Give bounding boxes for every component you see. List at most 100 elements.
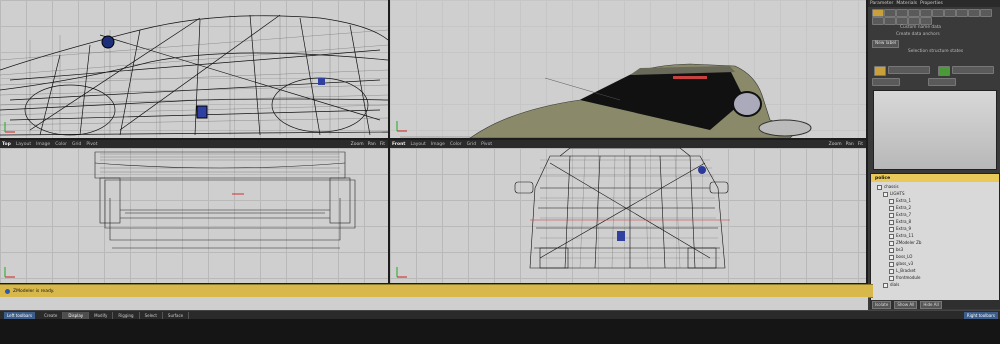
panel-field-3[interactable] (872, 78, 900, 86)
toolbar-button-15[interactable] (920, 17, 932, 25)
menu-pivot[interactable]: Pivot (86, 142, 97, 147)
visibility-checkbox[interactable] (889, 219, 894, 225)
visibility-checkbox[interactable] (889, 226, 894, 232)
tree-item[interactable]: bs3 (889, 247, 903, 253)
tree-item[interactable]: boss_LO (889, 254, 912, 260)
tree-item[interactable]: L_Bracket (889, 268, 915, 274)
menu-color[interactable]: Color (55, 142, 67, 147)
new-label-button[interactable]: New label (872, 40, 900, 48)
tree-item[interactable]: frontmodule (889, 275, 921, 281)
panel-icon-b[interactable] (938, 66, 950, 76)
mode-tab-surface[interactable]: Surface (163, 312, 190, 319)
visibility-checkbox[interactable] (889, 233, 894, 239)
visibility-checkbox[interactable] (889, 198, 894, 204)
shaded-car-render (400, 63, 812, 138)
axis-gizmo-icon (396, 267, 407, 278)
toolbar-button-14[interactable] (908, 17, 920, 25)
viewport-wire-left[interactable] (0, 0, 388, 138)
tree-item[interactable]: dials (883, 282, 899, 288)
panel-field-2[interactable] (952, 66, 994, 74)
scene-outliner: police chassis LIGHTS Extra_1 Extra_2 Ex… (870, 173, 1000, 303)
visibility-checkbox[interactable] (889, 212, 894, 218)
left-toolbars-toggle[interactable]: Left toolbars (4, 312, 36, 319)
fit-tool[interactable]: Fit (380, 142, 385, 147)
tab-parameter[interactable]: Parameter (870, 1, 893, 6)
right-toolbars-toggle[interactable]: Right toolbars (963, 312, 998, 319)
visibility-checkbox[interactable] (889, 261, 894, 267)
tree-item[interactable]: Extra_8 (889, 219, 911, 225)
hide-all-button[interactable]: Hide All (920, 300, 942, 309)
tree-item-label: Extra_7 (896, 212, 912, 217)
tree-item-label: ZModeler Zb (896, 240, 922, 245)
viewport-front-toolbar: Front Layout Image Color Grid Pivot Zoom… (390, 140, 866, 148)
status-bar: ZModeler is ready. (0, 284, 873, 298)
zoom-tool[interactable]: Zoom (351, 142, 364, 147)
show-all-button[interactable]: Show All (894, 300, 918, 309)
tree-item[interactable]: Extra_9 (889, 226, 911, 232)
pan-tool[interactable]: Pan (368, 142, 376, 147)
tree-item[interactable]: Extra_11 (889, 233, 914, 239)
mode-tab-select[interactable]: Select (140, 312, 163, 319)
tree-item[interactable]: Extra_7 (889, 212, 911, 218)
visibility-checkbox[interactable] (889, 268, 894, 274)
fit-tool[interactable]: Fit (858, 142, 863, 147)
isolate-button[interactable]: Isolate (872, 300, 892, 309)
toolbar-button-6[interactable] (932, 9, 944, 17)
menu-layout[interactable]: Layout (16, 142, 31, 147)
status-detail-area (0, 297, 868, 311)
panel-tabs: Parameter Materials Properties (868, 0, 1000, 7)
tree-item[interactable]: LIGHTS (883, 191, 905, 197)
menu-color[interactable]: Color (450, 142, 462, 147)
toolbar-button-10[interactable] (980, 9, 992, 17)
panel-icon-a[interactable] (874, 66, 886, 76)
toolbar-button-2[interactable] (884, 9, 896, 17)
menu-image[interactable]: Image (431, 142, 445, 147)
toolbar-button-1[interactable] (872, 9, 884, 17)
menu-layout[interactable]: Layout (410, 142, 425, 147)
toolbar-button-12[interactable] (884, 17, 896, 25)
toolbar-button-4[interactable] (908, 9, 920, 17)
tree-item[interactable]: glass_v3 (889, 261, 913, 267)
mode-tab-modify[interactable]: Modify (89, 312, 114, 319)
visibility-checkbox[interactable] (877, 184, 882, 190)
panel-label-custom-name: Custom name data (900, 25, 942, 30)
tree-item[interactable]: chassis (877, 184, 899, 190)
tree-item[interactable]: Extra_1 (889, 198, 911, 204)
toolbar-button-5[interactable] (920, 9, 932, 17)
zoom-tool[interactable]: Zoom (829, 142, 842, 147)
tree-item[interactable]: Extra_2 (889, 205, 911, 211)
tree-item[interactable]: ZModeler Zb (889, 240, 921, 246)
toolbar-button-13[interactable] (896, 17, 908, 25)
tree-item-label: Extra_8 (896, 219, 912, 224)
viewport-perspective[interactable] (390, 0, 866, 138)
viewport-front[interactable]: Front Layout Image Color Grid Pivot Zoom… (390, 140, 866, 283)
visibility-checkbox[interactable] (889, 275, 894, 281)
toolbar-button-9[interactable] (968, 9, 980, 17)
panel-field-1[interactable] (888, 66, 930, 74)
toolbar-button-3[interactable] (896, 9, 908, 17)
viewport-top-name: Top (2, 141, 11, 147)
toolbar-button-7[interactable] (944, 9, 956, 17)
mode-tab-create[interactable]: Create (39, 312, 64, 319)
menu-grid[interactable]: Grid (72, 142, 81, 147)
toolbar-button-11[interactable] (872, 17, 884, 25)
tab-materials[interactable]: Materials (896, 1, 917, 6)
tree-item-label: glass_v3 (896, 261, 914, 266)
menu-grid[interactable]: Grid (467, 142, 476, 147)
menu-pivot[interactable]: Pivot (481, 142, 492, 147)
toolbar-button-8[interactable] (956, 9, 968, 17)
visibility-checkbox[interactable] (889, 240, 894, 246)
mode-tab-rigging[interactable]: Rigging (113, 312, 140, 319)
tab-properties[interactable]: Properties (920, 1, 943, 6)
visibility-checkbox[interactable] (889, 205, 894, 211)
visibility-checkbox[interactable] (889, 254, 894, 260)
panel-field-4[interactable] (928, 78, 956, 86)
visibility-checkbox[interactable] (889, 247, 894, 253)
viewport-top[interactable]: Top Layout Image Color Grid Pivot Zoom P… (0, 140, 388, 283)
console-area (0, 319, 1000, 344)
menu-image[interactable]: Image (36, 142, 50, 147)
visibility-checkbox[interactable] (883, 282, 888, 288)
visibility-checkbox[interactable] (883, 191, 888, 197)
mode-tab-display[interactable]: Display (63, 312, 90, 319)
pan-tool[interactable]: Pan (846, 142, 854, 147)
